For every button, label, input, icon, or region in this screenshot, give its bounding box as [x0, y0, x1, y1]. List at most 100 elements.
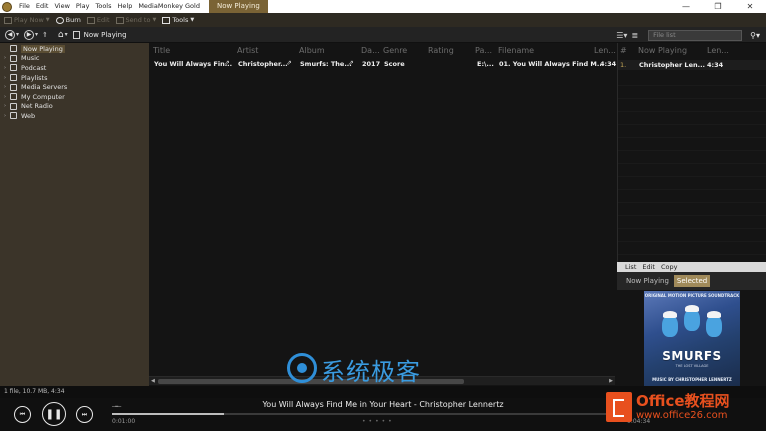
tree-item-label: Now Playing — [21, 44, 65, 53]
tree-item-media-servers[interactable]: › Media Servers — [0, 82, 149, 92]
menu-play[interactable]: Play — [73, 0, 93, 13]
pin-icon: ⇗ — [286, 59, 292, 67]
info-menu-edit[interactable]: Edit — [642, 263, 655, 271]
server-icon — [10, 83, 17, 91]
tree-item-now-playing[interactable]: Now Playing — [0, 44, 149, 54]
office-watermark: Office教程网 www.office26.com — [596, 383, 766, 431]
volume-dots-icon[interactable]: ••••• — [362, 418, 395, 425]
tree-item-music[interactable]: › Music — [0, 54, 149, 64]
tools-icon — [162, 16, 171, 24]
pause-button[interactable]: ❚❚ — [42, 402, 66, 426]
track-length: 4:34 — [707, 61, 724, 69]
tab-selected[interactable]: Selected — [673, 275, 711, 287]
computer-icon — [10, 93, 17, 101]
column-header-rating[interactable]: Rating — [428, 46, 454, 55]
previous-track-button[interactable]: ⏮ — [14, 406, 31, 423]
menu-help[interactable]: Help — [115, 0, 136, 13]
cell-artist: Christopher... — [238, 60, 288, 68]
tree-item-net-radio[interactable]: › Net Radio — [0, 102, 149, 112]
edit-button[interactable]: Edit — [86, 16, 110, 24]
list-view-icon[interactable]: ☰▾ — [616, 31, 627, 40]
expand-icon[interactable]: › — [0, 75, 10, 81]
expand-icon[interactable]: › — [0, 65, 10, 71]
info-panel-tabs: Now Playing Selected — [617, 272, 766, 290]
window-controls: — ❐ ✕ — [670, 0, 766, 13]
column-header-path[interactable]: Pa... — [475, 46, 492, 55]
smurf-hat-icon — [707, 311, 721, 318]
tab-now-playing-info[interactable]: Now Playing — [623, 275, 672, 287]
breadcrumb[interactable]: Now Playing — [84, 31, 127, 39]
tools-button[interactable]: Tools ▼ — [162, 16, 194, 24]
column-header-filename[interactable]: Filename — [498, 46, 534, 55]
tree-item-label: Media Servers — [21, 83, 68, 92]
menu-mediamonkey-gold[interactable]: MediaMonkey Gold — [135, 0, 203, 13]
track-artist: Christopher Len... — [639, 61, 706, 69]
tab-now-playing[interactable]: Now Playing — [208, 0, 268, 13]
menu-file[interactable]: File — [16, 0, 33, 13]
column-header-genre[interactable]: Genre — [383, 46, 407, 55]
column-header-title[interactable]: Title — [153, 46, 170, 55]
now-playing-icon — [10, 45, 17, 53]
expand-icon[interactable]: › — [0, 113, 10, 119]
play-now-label: Play Now — [14, 16, 44, 24]
expand-icon[interactable]: › — [0, 55, 10, 61]
smurf-hat-icon — [663, 311, 677, 318]
menu-view[interactable]: View — [51, 0, 72, 13]
edit-label: Edit — [96, 16, 110, 24]
tree-item-playlists[interactable]: › Playlists — [0, 73, 149, 83]
column-header-number[interactable]: # — [620, 46, 627, 55]
expand-icon[interactable]: › — [0, 103, 10, 109]
next-track-button[interactable]: ⏭ — [76, 406, 93, 423]
tree-item-web[interactable]: › Web — [0, 111, 149, 121]
details-view-icon[interactable]: ≣ — [631, 31, 638, 40]
menu-edit[interactable]: Edit — [33, 0, 52, 13]
pin-icon: ⇗ — [348, 59, 354, 67]
column-header-now-playing[interactable]: Now Playing — [638, 46, 687, 55]
chevron-down-icon[interactable]: ▾ — [65, 31, 68, 38]
column-header-artist[interactable]: Artist — [237, 46, 258, 55]
info-panel-body: ORIGINAL MOTION PICTURE SOUNDTRACK SMURF… — [617, 290, 766, 387]
view-tools: ☰▾ ≣ File list ⚲▾ — [616, 27, 766, 43]
smurf-figure-icon — [684, 309, 700, 331]
burn-button[interactable]: Burn — [55, 16, 81, 24]
podcast-icon — [10, 64, 17, 72]
tree-item-my-computer[interactable]: › My Computer — [0, 92, 149, 102]
info-menu-copy[interactable]: Copy — [661, 263, 678, 271]
tree-item-podcast[interactable]: › Podcast — [0, 63, 149, 73]
playlist-icon — [10, 74, 17, 82]
forward-button[interactable]: ▶ — [24, 29, 35, 40]
minimize-icon[interactable]: — — [670, 0, 702, 13]
column-header-length[interactable]: Len... — [707, 46, 729, 55]
tree-item-label: Music — [21, 54, 40, 63]
now-playing-pane: # Now Playing Len... 1. Christopher Len.… — [617, 43, 766, 262]
cell-length: 4:34 — [600, 60, 617, 68]
column-header-length[interactable]: Len... — [594, 46, 616, 55]
column-header-date[interactable]: Da... — [361, 46, 380, 55]
cell-filename: 01. You Will Always Find M... — [499, 60, 605, 68]
chevron-down-icon[interactable]: ▾ — [35, 31, 38, 38]
search-icon[interactable]: ⚲▾ — [750, 31, 760, 40]
file-list-filter-input[interactable]: File list — [648, 29, 743, 41]
album-art-bottom-text: MUSIC BY CHRISTOPHER LENNERTZ — [652, 377, 732, 382]
chevron-down-icon[interactable]: ▾ — [16, 31, 19, 38]
app-logo-icon — [2, 1, 12, 12]
expand-icon[interactable]: › — [0, 94, 10, 100]
menu-bar: File Edit View Play Tools Help MediaMonk… — [0, 0, 766, 13]
tree-item-label: Playlists — [21, 73, 48, 82]
scroll-left-icon[interactable]: ◀ — [151, 378, 155, 384]
up-folder-icon[interactable]: ⇑ — [42, 31, 48, 39]
column-header-album[interactable]: Album — [299, 46, 325, 55]
home-icon[interactable]: ⌂ — [58, 30, 64, 40]
send-to-button[interactable]: Send to ▼ — [115, 16, 156, 24]
info-menu-list[interactable]: List — [625, 263, 636, 271]
now-playing-icon — [72, 30, 80, 39]
album-art-top-text: ORIGINAL MOTION PICTURE SOUNDTRACK — [644, 293, 740, 298]
maximize-icon[interactable]: ❐ — [702, 0, 734, 13]
close-icon[interactable]: ✕ — [734, 0, 766, 13]
smurf-hat-icon — [685, 305, 699, 312]
play-now-button[interactable]: Play Now ▼ — [4, 16, 50, 24]
back-button[interactable]: ◀ — [5, 29, 15, 40]
seek-bar[interactable] — [112, 413, 620, 415]
expand-icon[interactable]: › — [0, 84, 10, 90]
menu-tools[interactable]: Tools — [92, 0, 114, 13]
